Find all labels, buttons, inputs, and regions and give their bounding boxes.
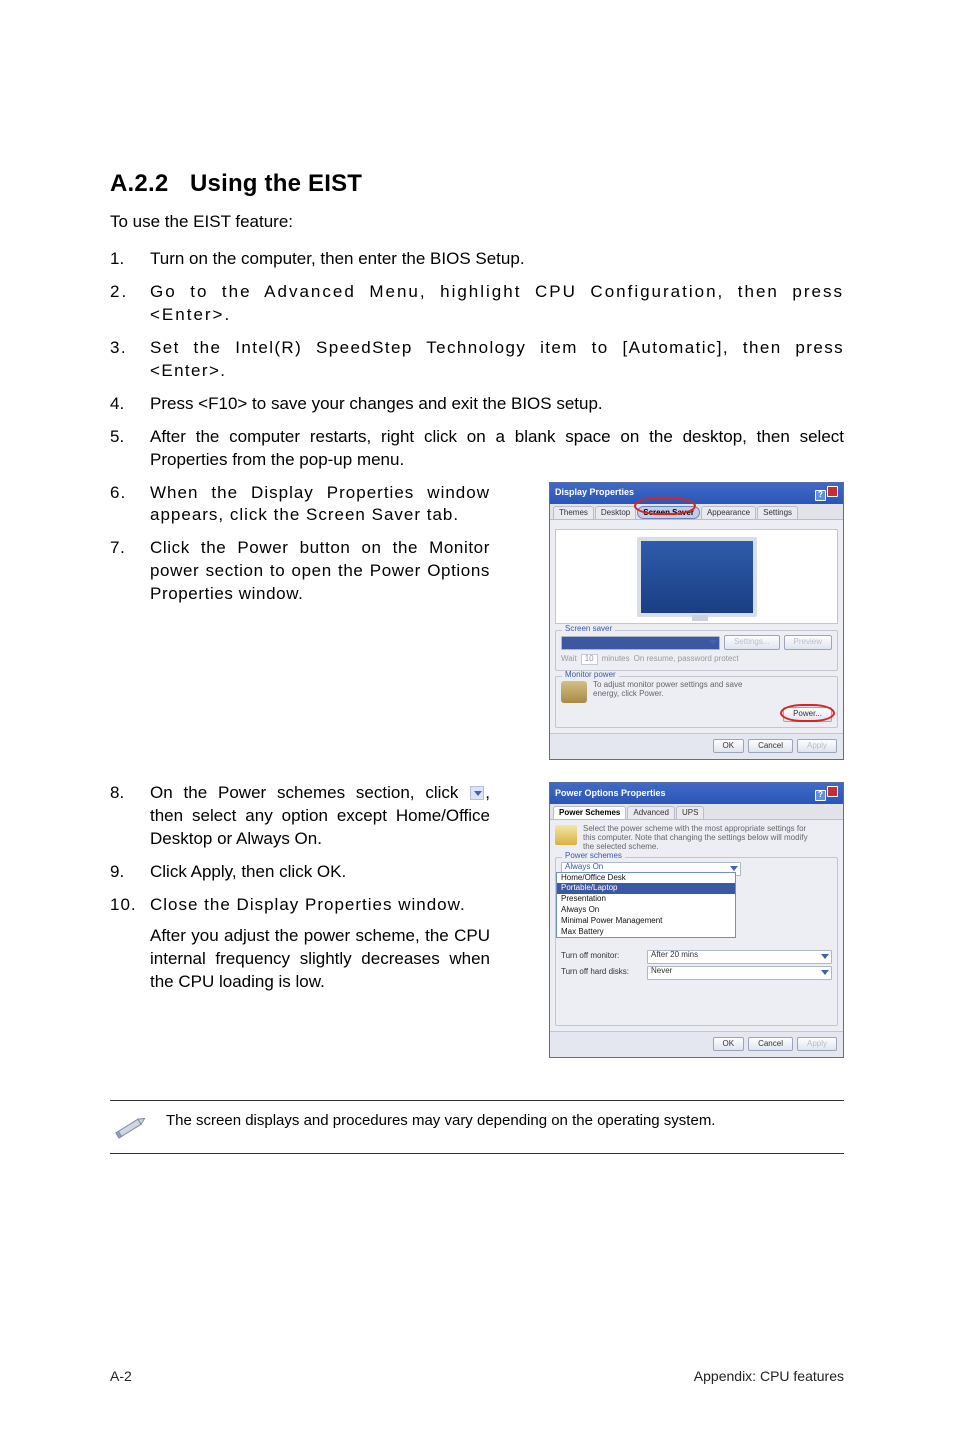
note-box: The screen displays and procedures may v… [110,1100,844,1154]
step-4: Press <F10> to save your changes and exi… [110,393,844,416]
screensaver-preview-button[interactable]: Preview [784,635,832,650]
scheme-option[interactable]: Always On [557,905,735,916]
pencil-icon [110,1101,152,1153]
turn-off-monitor-select[interactable]: After 20 mins [647,950,832,964]
win2-ok-button[interactable]: OK [713,1037,745,1052]
turn-off-hd-label: Turn off hard disks: [561,968,641,977]
display-properties-window: Display Properties ? Themes Desktop Scre… [549,482,844,761]
footer-page-number: A-2 [110,1368,132,1384]
step-5: After the computer restarts, right click… [110,426,844,472]
scheme-option[interactable]: Presentation [557,894,735,905]
power-options-window: Power Options Properties ? Power Schemes… [549,782,844,1058]
screensaver-group-label: Screen saver [562,625,615,634]
power-button-highlight [780,704,835,722]
power-schemes-group-label: Power schemes [562,852,625,861]
power-icon [555,825,577,845]
tab-settings[interactable]: Settings [757,506,798,520]
win1-ok-button[interactable]: OK [713,739,745,754]
turn-off-monitor-label: Turn off monitor: [561,952,641,961]
step-2: Go to the Advanced Menu, highlight CPU C… [110,281,844,327]
turn-off-hd-select[interactable]: Never [647,966,832,980]
tab-power-schemes[interactable]: Power Schemes [553,806,626,819]
monitor-power-group-label: Monitor power [562,671,619,680]
step-10: Close the Display Properties window. Aft… [110,894,490,994]
note-text: The screen displays and procedures may v… [166,1101,715,1141]
win1-apply-button[interactable]: Apply [797,739,837,754]
section-title-text: Using the EIST [190,170,362,197]
power-scheme-options[interactable]: Home/Office Desk Portable/Laptop Present… [556,872,736,939]
footer-chapter: Appendix: CPU features [694,1368,844,1384]
win2-cancel-button[interactable]: Cancel [748,1037,793,1052]
tab-themes[interactable]: Themes [553,506,594,520]
step-list: Turn on the computer, then enter the BIO… [110,248,844,472]
screensaver-select[interactable] [561,636,720,650]
chevron-down-icon [470,786,484,800]
monitor-power-icon [561,681,587,703]
scheme-option[interactable]: Minimal Power Management [557,916,735,927]
step-6: When the Display Properties window appea… [110,482,490,528]
wait-value[interactable]: 10 [581,654,598,665]
win1-cancel-button[interactable]: Cancel [748,739,793,754]
screensaver-preview [555,529,838,624]
monitor-power-note: To adjust monitor power settings and sav… [593,681,763,699]
window-controls[interactable]: ? [814,486,838,501]
screensaver-tab-highlight [634,497,696,515]
tab-advanced[interactable]: Advanced [627,806,675,819]
resume-checkbox-label[interactable]: On resume, password protect [634,655,832,664]
step-3: Set the Intel(R) SpeedStep Technology it… [110,337,844,383]
step-1: Turn on the computer, then enter the BIO… [110,248,844,271]
section-number: A.2.2 [110,170,190,198]
window-controls[interactable]: ? [814,786,838,801]
after-adjust-note: After you adjust the power scheme, the C… [150,925,490,994]
scheme-option[interactable]: Max Battery [557,927,735,938]
intro-text: To use the EIST feature: [110,212,844,232]
step-9: Click Apply, then click OK. [110,861,490,884]
tab-desktop[interactable]: Desktop [595,506,636,520]
scheme-option[interactable]: Home/Office Desk [557,873,735,884]
scheme-option[interactable]: Portable/Laptop [557,883,735,894]
win2-apply-button[interactable]: Apply [797,1037,837,1052]
page-footer: A-2 Appendix: CPU features [110,1368,844,1384]
screensaver-settings-button[interactable]: Settings... [724,635,780,650]
section-heading: A.2.2Using the EIST [110,170,844,198]
win2-title: Power Options Properties [555,789,666,799]
tab-appearance[interactable]: Appearance [701,506,756,520]
wait-label: Wait [561,655,577,664]
win1-title: Display Properties [555,488,634,498]
step-8: On the Power schemes section, click , th… [110,782,490,851]
wait-minutes: minutes [602,655,630,664]
tab-ups[interactable]: UPS [676,806,704,819]
win2-desc: Select the power scheme with the most ap… [583,825,813,851]
step-7: Click the Power button on the Monitor po… [110,537,490,606]
